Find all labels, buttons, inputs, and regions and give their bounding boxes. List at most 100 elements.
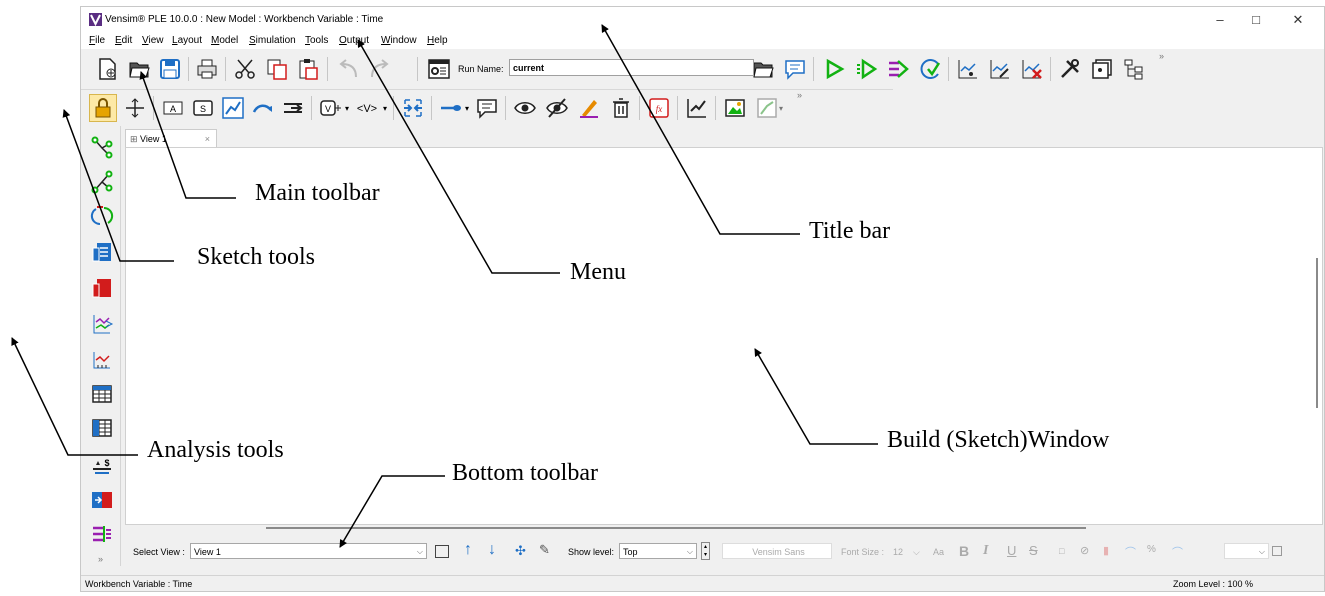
- dropdown-arrow-icon[interactable]: ▾: [465, 104, 469, 113]
- bold-button[interactable]: B: [959, 543, 969, 559]
- run-step-icon[interactable]: [852, 55, 880, 83]
- equations-icon[interactable]: fx: [645, 94, 673, 122]
- arrow-tool-icon[interactable]: [219, 94, 247, 122]
- graph-icon[interactable]: [88, 310, 116, 338]
- delete-icon[interactable]: [607, 94, 635, 122]
- compare-runs-icon[interactable]: [986, 55, 1014, 83]
- compare-icon[interactable]: [88, 486, 116, 514]
- arrow-up-icon[interactable]: ↑: [464, 541, 472, 559]
- flow-icon[interactable]: [279, 94, 307, 122]
- menu-output[interactable]: Output: [339, 35, 369, 46]
- dropdown-arrow-icon[interactable]: ▾: [345, 104, 349, 113]
- fill-color-icon[interactable]: ▮: [1103, 544, 1109, 557]
- border-icon[interactable]: □: [1059, 546, 1064, 556]
- horizontal-scrollbar[interactable]: [266, 527, 1086, 529]
- merge-icon[interactable]: [399, 94, 427, 122]
- menu-edit[interactable]: Edit: [115, 35, 132, 46]
- rate-icon[interactable]: [249, 94, 277, 122]
- close-icon[interactable]: ×: [205, 130, 210, 148]
- causes-strip-icon[interactable]: [88, 274, 116, 302]
- variable-icon[interactable]: A: [159, 94, 187, 122]
- tree-icon[interactable]: [1120, 55, 1148, 83]
- view-outline-icon[interactable]: [435, 545, 449, 558]
- menu-layout[interactable]: Layout: [172, 35, 202, 46]
- uses-tree-icon[interactable]: [88, 168, 116, 196]
- reference-mode-icon[interactable]: [683, 94, 711, 122]
- curve-icon[interactable]: ⌒: [1172, 544, 1183, 560]
- sketch-toolbar-overflow[interactable]: »: [797, 90, 802, 100]
- italic-button[interactable]: I: [983, 543, 988, 559]
- shadow-variable-icon[interactable]: V: [317, 94, 345, 122]
- loops-icon[interactable]: [88, 202, 116, 230]
- menu-help[interactable]: Help: [427, 35, 448, 46]
- image-icon[interactable]: [721, 94, 749, 122]
- bar-graph-icon[interactable]: [88, 346, 116, 374]
- select-view-combo[interactable]: View 1 ⌵: [190, 543, 427, 559]
- hide-icon[interactable]: [543, 94, 571, 122]
- cut-icon[interactable]: [231, 55, 259, 83]
- sketch-comment-icon[interactable]: [473, 94, 501, 122]
- redo-icon[interactable]: [366, 55, 394, 83]
- new-model-icon[interactable]: [93, 55, 121, 83]
- link-style-icon[interactable]: %: [1147, 544, 1156, 555]
- load-runs-icon[interactable]: [954, 55, 982, 83]
- comment-icon[interactable]: [781, 55, 809, 83]
- reality-check-icon[interactable]: [916, 55, 944, 83]
- vertical-scrollbar[interactable]: [1316, 258, 1318, 408]
- case-toggle[interactable]: Aa: [933, 547, 944, 557]
- menu-view[interactable]: View: [142, 35, 164, 46]
- table-icon[interactable]: [88, 380, 116, 408]
- underline-button[interactable]: U: [1007, 543, 1016, 558]
- output-window-icon[interactable]: [1088, 55, 1116, 83]
- run-simulation-icon[interactable]: [820, 55, 848, 83]
- copy-icon[interactable]: [263, 55, 291, 83]
- balance-icon[interactable]: $: [88, 450, 116, 478]
- box-variable-icon[interactable]: S: [189, 94, 217, 122]
- dropdown-arrow-icon[interactable]: ▾: [779, 104, 783, 113]
- undo-icon[interactable]: [334, 55, 362, 83]
- control-panel-icon[interactable]: [1056, 55, 1084, 83]
- synthesim-icon[interactable]: [884, 55, 912, 83]
- cloud-icon[interactable]: [437, 94, 465, 122]
- input-output-icon[interactable]: <V>: [353, 94, 381, 122]
- analysis-overflow[interactable]: »: [98, 554, 103, 564]
- checkbox[interactable]: [1272, 546, 1282, 556]
- arrow-style-icon[interactable]: ⌒: [1125, 544, 1136, 560]
- minimize-button[interactable]: –: [1205, 11, 1235, 29]
- print-icon[interactable]: [193, 55, 221, 83]
- dropdown-arrow-icon[interactable]: ▾: [383, 104, 387, 113]
- font-size-value[interactable]: 12: [893, 547, 903, 557]
- view-settings-icon[interactable]: ✎: [539, 542, 550, 558]
- menu-simulation[interactable]: Simulation: [249, 35, 296, 46]
- simulation-setup-icon[interactable]: [425, 55, 453, 83]
- menu-model[interactable]: Model: [211, 35, 238, 46]
- arrow-down-icon[interactable]: ↓: [488, 541, 496, 559]
- menu-window[interactable]: Window: [381, 35, 417, 46]
- gaming-icon[interactable]: [88, 520, 116, 548]
- move-size-icon[interactable]: [121, 94, 149, 122]
- no-fill-icon[interactable]: ⊘: [1080, 544, 1089, 557]
- strikethrough-button[interactable]: S: [1029, 543, 1038, 558]
- menu-tools[interactable]: Tools: [305, 35, 328, 46]
- show-icon[interactable]: [511, 94, 539, 122]
- tab-view-1[interactable]: ⊞ View 1 ×: [125, 129, 217, 147]
- close-button[interactable]: ✕: [1283, 11, 1313, 29]
- font-name-combo[interactable]: Vensim Sans: [722, 543, 832, 559]
- maximize-button[interactable]: □: [1241, 11, 1271, 29]
- open-model-icon[interactable]: [125, 55, 153, 83]
- table-time-down-icon[interactable]: [88, 414, 116, 442]
- paste-icon[interactable]: [294, 55, 322, 83]
- lock-icon[interactable]: [89, 94, 117, 122]
- causes-tree-icon[interactable]: [88, 134, 116, 162]
- document-icon[interactable]: [88, 238, 116, 266]
- add-view-icon[interactable]: ✣: [515, 543, 526, 559]
- delete-runs-icon[interactable]: [1018, 55, 1046, 83]
- show-level-combo[interactable]: Top ⌵: [619, 543, 697, 559]
- main-toolbar-overflow[interactable]: »: [1159, 51, 1164, 61]
- line-width-combo[interactable]: ⌵: [1224, 543, 1269, 559]
- save-icon[interactable]: [156, 55, 184, 83]
- run-name-input[interactable]: [509, 59, 754, 76]
- title-bar[interactable]: Vensim® PLE 10.0.0 : New Model : Workben…: [81, 7, 1324, 33]
- chevron-down-icon[interactable]: ⌵: [913, 547, 920, 558]
- menu-file[interactable]: File: [89, 35, 105, 46]
